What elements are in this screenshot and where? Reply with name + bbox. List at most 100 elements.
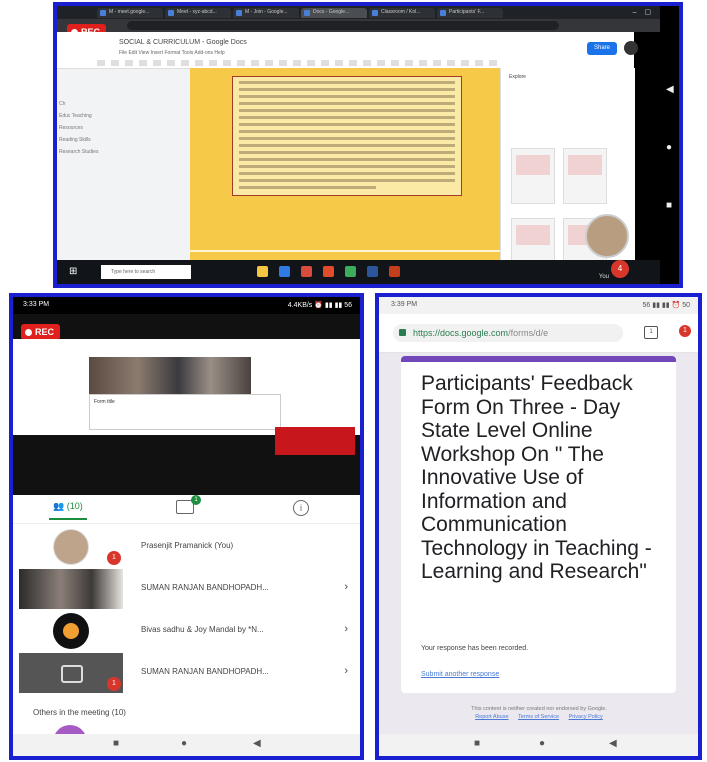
participant-badge: 1 xyxy=(107,677,121,691)
word-icon[interactable] xyxy=(367,266,378,277)
participant-name: SUMAN RANJAN BANDHOPADH... xyxy=(141,667,269,676)
favicon-icon xyxy=(236,10,242,16)
browser-tab-active[interactable]: Docs - Google... xyxy=(301,8,367,18)
response-recorded-text: Your response has been recorded. xyxy=(421,645,529,652)
browser-tab[interactable]: Classroom / Kol... xyxy=(369,8,435,18)
outline-item[interactable]: Educ Teaching xyxy=(59,110,179,122)
privacy-link[interactable]: Privacy Policy xyxy=(569,714,603,720)
participant-row[interactable]: Bivas sadhu & Joy Mandal by *N... › xyxy=(13,611,360,651)
image-result-thumbnail[interactable] xyxy=(563,148,607,204)
meeting-tabs: 👥 (10) 1 i xyxy=(13,495,360,524)
chevron-right-icon[interactable]: › xyxy=(344,623,348,635)
recents-icon[interactable]: ■ xyxy=(113,738,119,749)
report-abuse-link[interactable]: Report Abuse xyxy=(475,714,508,720)
android-nav-bar: ■ ● ◀ xyxy=(13,734,360,756)
participant-name: SUMAN RANJAN BANDHOPADH... xyxy=(141,583,269,592)
chevron-right-icon[interactable]: › xyxy=(344,581,348,593)
favicon-icon xyxy=(100,10,106,16)
doc-title[interactable]: SOCIAL & CURRICULUM - Google Docs xyxy=(119,39,247,46)
outline-item[interactable]: Resources xyxy=(59,122,179,134)
favicon-icon xyxy=(440,10,446,16)
status-icons: 56 ▮▮ ▮▮ ⏰ 50 xyxy=(642,302,690,309)
browser-tab[interactable]: Meet - xyz-abcd... xyxy=(165,8,231,18)
home-icon[interactable]: ● xyxy=(181,738,187,749)
windows-start-icon[interactable]: ⊞ xyxy=(69,266,77,277)
tabs-icon[interactable]: 1 xyxy=(644,326,658,339)
tab-chat[interactable]: 1 xyxy=(176,495,201,514)
participant-name: Bivas sadhu & Joy Mandal by *N... xyxy=(141,625,264,634)
terms-link[interactable]: Terms of Service xyxy=(518,714,559,720)
address-bar[interactable] xyxy=(127,21,559,30)
recording-badge: REC xyxy=(21,324,61,340)
participant-row[interactable]: 1 SUMAN RANJAN BANDHOPADH... › xyxy=(13,653,360,693)
others-in-meeting-heading: Others in the meeting (10) xyxy=(33,708,126,717)
browser-tab-title: Classroom / Kol... xyxy=(381,9,421,15)
shared-screen: Form title xyxy=(13,339,360,435)
chrome-icon[interactable] xyxy=(301,266,312,277)
footer-disclaimer: This content is neither created nor endo… xyxy=(471,706,607,712)
back-icon[interactable]: ◀ xyxy=(253,738,261,749)
desktop-meet-screenshot: M - meet.google... Meet - xyz-abcd... M … xyxy=(53,2,683,288)
participant-badge: 1 xyxy=(107,551,121,565)
url-field[interactable]: https://docs.google.com/forms/d/e xyxy=(393,324,623,342)
participant-name: Prasenjit Pramanick (You) xyxy=(141,541,234,550)
form-footer: This content is neither created nor endo… xyxy=(409,705,669,721)
file-explorer-icon[interactable] xyxy=(257,266,268,277)
browser-tab-title: Participants' F... xyxy=(449,9,485,15)
docs-header: SOCIAL & CURRICULUM - Google Docs File E… xyxy=(57,32,638,69)
document-text-block xyxy=(232,76,462,196)
back-icon[interactable]: ◀ xyxy=(609,738,617,749)
meet-phone-screenshot: 3:33 PM 4.4KB/s ⏰ ▮▮ ▮▮ 56 REC Form titl… xyxy=(9,293,364,760)
meeting-video-area[interactable]: REC Form title xyxy=(13,314,360,495)
share-button[interactable]: Share xyxy=(587,42,617,55)
participant-video-thumbnail xyxy=(19,569,123,609)
browser-tab[interactable]: M - meet.google... xyxy=(97,8,163,18)
lock-icon xyxy=(399,329,406,336)
document-page[interactable] xyxy=(190,68,500,260)
recents-icon[interactable]: ■ xyxy=(666,200,672,211)
outline-item[interactable]: Reading Skills xyxy=(59,134,179,146)
windows-taskbar: ⊞ Type here to search You 4 xyxy=(57,260,679,284)
android-nav-bar: ■ ● ◀ xyxy=(379,734,698,756)
google-docs-window: SOCIAL & CURRICULUM - Google Docs File E… xyxy=(57,32,638,274)
browser-tab[interactable]: Participants' F... xyxy=(437,8,503,18)
app-icon[interactable] xyxy=(323,266,334,277)
browser-tab[interactable]: M - Join - Google... xyxy=(233,8,299,18)
tab-people[interactable]: 👥 (10) xyxy=(49,501,87,520)
powerpoint-icon[interactable] xyxy=(389,266,400,277)
app-icon[interactable] xyxy=(345,266,356,277)
shared-screen-photo xyxy=(89,357,251,394)
participant-count-badge[interactable]: 4 xyxy=(611,260,629,278)
feedback-form-phone-screenshot: 3:39 PM 56 ▮▮ ▮▮ ⏰ 50 https://docs.googl… xyxy=(375,293,702,760)
home-icon[interactable]: ● xyxy=(539,738,545,749)
outline-item[interactable]: Research Studies xyxy=(59,146,179,158)
presentation-icon xyxy=(61,665,83,683)
account-avatar[interactable] xyxy=(624,41,638,55)
status-time: 3:33 PM xyxy=(23,301,50,308)
taskbar-search[interactable]: Type here to search xyxy=(101,265,191,279)
doc-menu-bar[interactable]: File Edit View Insert Format Tools Add-o… xyxy=(119,50,225,56)
recents-icon[interactable]: ■ xyxy=(474,738,480,749)
tab-info[interactable]: i xyxy=(293,500,309,516)
people-count: (10) xyxy=(66,501,83,511)
address-bar-row xyxy=(57,19,679,32)
image-result-thumbnail[interactable] xyxy=(511,148,555,204)
submit-another-response-link[interactable]: Submit another response xyxy=(421,671,499,678)
screen-share-banner[interactable] xyxy=(275,427,355,455)
home-icon[interactable]: ● xyxy=(666,142,672,153)
edge-icon[interactable] xyxy=(279,266,290,277)
explore-panel-title: Explore xyxy=(509,74,526,80)
chevron-right-icon[interactable]: › xyxy=(344,665,348,677)
back-icon[interactable]: ◀ xyxy=(666,84,674,95)
status-bar: 3:39 PM 56 ▮▮ ▮▮ ⏰ 50 xyxy=(379,297,698,314)
recording-label: REC xyxy=(35,327,55,337)
chat-unread-badge: 1 xyxy=(191,495,201,505)
self-video-avatar[interactable] xyxy=(585,214,629,258)
outline-item[interactable]: Ch xyxy=(59,98,179,110)
participant-row[interactable]: SUMAN RANJAN BANDHOPADH... › xyxy=(13,569,360,609)
participant-avatar xyxy=(19,611,123,651)
docs-toolbar[interactable] xyxy=(97,60,497,66)
participant-row[interactable]: 1 Prasenjit Pramanick (You) xyxy=(13,527,360,567)
menu-badge-icon[interactable]: 1 xyxy=(679,325,691,337)
form-confirmation-card: Participants' Feedback Form On Three - D… xyxy=(401,356,676,693)
